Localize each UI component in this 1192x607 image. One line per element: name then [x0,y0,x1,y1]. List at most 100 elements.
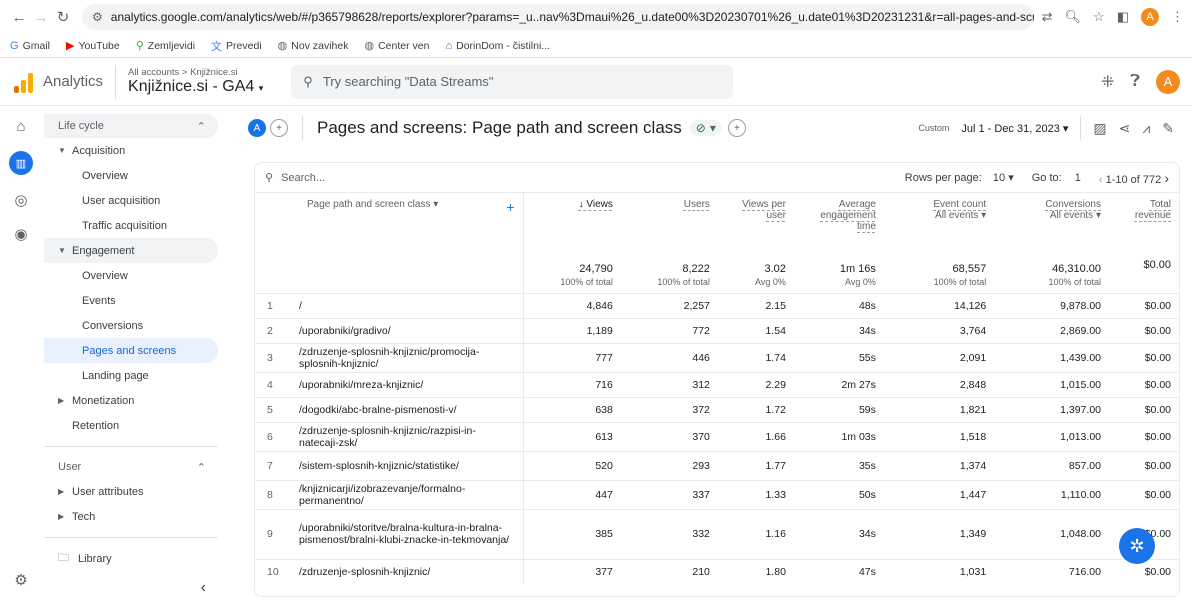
row-page-path: /uporabniki/gradivo/ [291,317,524,343]
row-conv: 1,397.00 [994,396,1109,422]
reload-icon[interactable]: ↻ [52,8,74,26]
zoom-icon[interactable]: 🔍︎ [1065,9,1082,25]
analytics-logo-icon[interactable] [14,71,33,93]
conversions-filter[interactable]: All events ▾ [1050,210,1101,221]
translate-icon[interactable]: ⇄ [1042,9,1053,25]
sidebar-item-retention[interactable]: Retention [44,413,218,438]
bookmark-label: Zemljevidi [147,39,196,52]
goto-input[interactable]: 1 [1075,172,1081,184]
total-views-sub: 100% of total [560,276,613,287]
col-views[interactable]: ↓ Views [523,193,621,253]
insights-icon[interactable]: ⩘ [1142,120,1150,137]
google-g-icon: G [10,39,19,52]
sidebar-item-pages-and-screens[interactable]: Pages and screens [44,338,218,363]
sidebar-item-traffic-acquisition[interactable]: Traffic acquisition [44,213,218,238]
col-views-label: ↓ Views [578,199,613,210]
sidebar-item-monetization[interactable]: ▶ Monetization [44,388,218,413]
date-range-picker[interactable]: Jul 1 - Dec 31, 2023 ▾ [961,122,1068,135]
browser-toolbar: ← → ↻ ⚙ analytics.google.com/analytics/w… [0,0,1192,34]
total-users-sub: 100% of total [657,276,710,287]
global-search[interactable]: ⚲ Try searching "Data Streams" [291,64,734,99]
sidebar-item-conversions[interactable]: Conversions [44,313,218,338]
add-comparison-icon[interactable]: + [270,119,288,137]
col-total-revenue[interactable]: Total revenue [1109,193,1179,253]
bookmark-item[interactable]: G Gmail [10,40,50,52]
row-aet: 35s [793,450,884,480]
total-views: 24,790 [579,262,613,275]
help-icon[interactable]: ❓︎ [1130,73,1140,91]
explore-icon[interactable]: ◎ [14,191,27,209]
collapse-sidebar-icon[interactable]: ‹ [201,579,206,597]
add-dimension-icon[interactable]: + [506,199,514,215]
row-vpu: 1.66 [717,421,794,451]
col-views-per-user[interactable]: Views per user [718,193,794,253]
row-views: 4,846 [523,292,621,318]
user-section[interactable]: User ⌃ [44,455,218,479]
total-aet-sub: Avg 0% [845,276,876,287]
report-status-dropdown[interactable]: ⊘ ▾ [689,120,722,136]
forward-arrow-icon[interactable]: → [30,9,52,26]
home-icon[interactable]: ⌂ [16,118,25,135]
prev-page-icon[interactable]: ‹ [1099,174,1103,186]
site-settings-icon[interactable]: ⚙ [92,10,103,24]
sidebar-item-library[interactable]: 🗀 Library [44,546,218,571]
bookmark-star-icon[interactable]: ☆ [1093,9,1105,25]
sidebar-item-tech[interactable]: ▶ Tech [44,504,218,529]
col-event-count[interactable]: Event count All events ▾ [884,193,994,253]
sidebar-item-landing-page[interactable]: Landing page [44,363,218,388]
sidebar-item-user-acquisition[interactable]: User acquisition [44,188,218,213]
col-users[interactable]: Users [621,193,718,253]
bookmark-item[interactable]: 文 Prevedi [211,38,262,54]
lifecycle-section[interactable]: Life cycle ⌃ [44,114,218,138]
row-index: 3 [255,342,291,372]
row-rev: $0.00 [1109,558,1179,584]
sidebar-item-user-attributes[interactable]: ▶ User attributes [44,479,218,504]
sidebar-item-acq-overview[interactable]: Overview [44,163,218,188]
bookmark-item[interactable]: ◍ Center ven [364,39,429,53]
side-panel-icon[interactable]: ◧ [1117,9,1129,25]
add-filter-icon[interactable]: + [727,119,746,137]
next-page-icon[interactable]: › [1164,170,1169,186]
reports-icon[interactable]: ▥ [9,151,33,175]
settings-gear-icon[interactable]: ⚙ [14,571,27,589]
sidebar-item-engagement[interactable]: ▼ Engagement [44,238,218,263]
apps-grid-icon[interactable]: ⁜ [1101,72,1114,92]
bookmark-label: Gmail [22,39,50,52]
sidebar-item-label: Monetization [72,394,135,407]
comparison-segment-avatar[interactable]: A [248,119,266,137]
event-count-filter[interactable]: All events ▾ [935,210,986,221]
account-picker[interactable]: All accounts > Knjižnice.si Knjižnice.si… [115,64,263,99]
bookmark-item[interactable]: ⚲ Zemljevidi [136,39,196,53]
rows-per-page-select[interactable]: 10 ▾ [993,172,1014,184]
address-bar[interactable]: ⚙ analytics.google.com/analytics/web/#/p… [82,4,1034,30]
edit-pencil-icon[interactable]: ✎ [1162,120,1174,137]
row-vpu: 1.77 [717,450,794,480]
sidebar-item-events[interactable]: Events [44,288,218,313]
browser-profile-avatar[interactable]: A [1141,8,1159,26]
youtube-icon: ▶ [65,40,75,52]
sidebar-item-label: User acquisition [82,194,161,207]
sidebar-item-eng-overview[interactable]: Overview [44,263,218,288]
customize-report-icon[interactable]: ▨ [1093,120,1106,137]
back-arrow-icon[interactable]: ← [8,9,30,26]
col-avg-engagement[interactable]: Average engagement time [794,193,884,253]
table-row: 6/zdruzenje-splosnih-knjiznic/razpisi-in… [255,421,1179,451]
share-icon[interactable]: ⋖ [1119,120,1131,137]
account-path: All accounts > Knjižnice.si [128,67,238,78]
row-rev: $0.00 [1109,421,1179,451]
section-label: Life cycle [58,120,104,132]
col-conversions[interactable]: Conversions All events ▾ [994,193,1109,253]
bookmark-item[interactable]: ◍ Nov zavihek [278,39,349,53]
row-conv: 1,048.00 [994,508,1109,559]
assistant-fab[interactable]: ✲ [1119,528,1155,564]
dimension-header[interactable]: Page path and screen class ▾ + [291,193,524,253]
bookmark-item[interactable]: ⌂ DorinDom - čistilni... [445,40,550,52]
row-views: 1,189 [523,317,621,343]
row-views: 613 [523,421,621,451]
user-avatar[interactable]: A [1156,69,1180,94]
bookmark-item[interactable]: ▶ YouTube [65,39,120,53]
table-search[interactable]: ⚲ Search... [265,171,905,185]
browser-menu-icon[interactable]: ⋮ [1171,9,1184,25]
sidebar-item-acquisition[interactable]: ▼ Acquisition [44,138,218,163]
advertising-icon[interactable]: ◉ [14,225,27,243]
